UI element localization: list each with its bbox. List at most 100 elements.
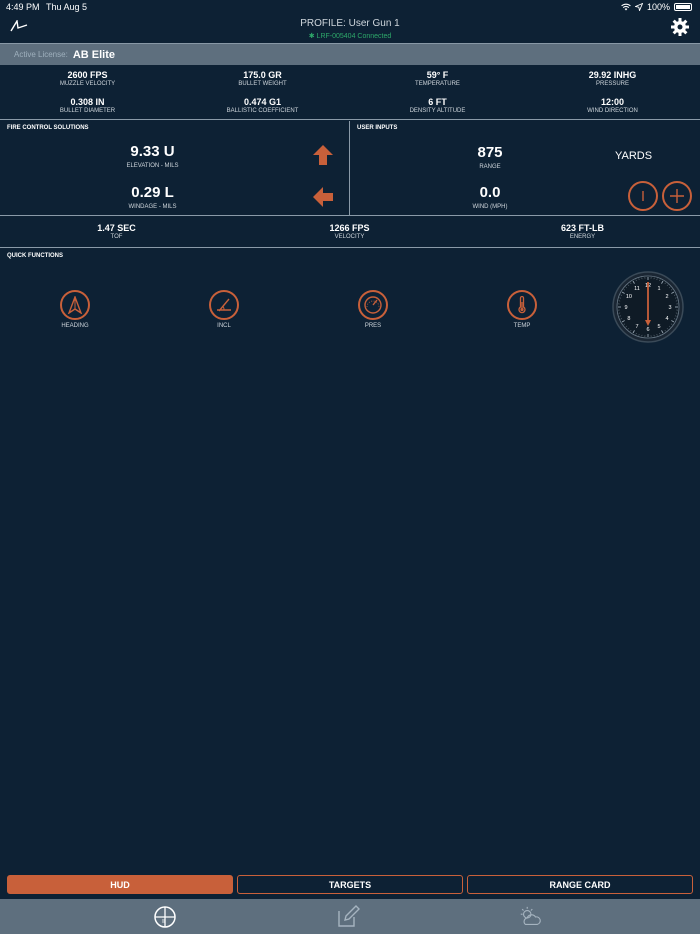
density-altitude[interactable]: 6 FT DENSITY ALTITUDE (350, 97, 525, 114)
quick-label: INCL (217, 323, 231, 329)
settings-gear-icon[interactable] (670, 17, 690, 37)
quick-incl[interactable]: INCL (184, 290, 264, 329)
tab-range-card[interactable]: RANGE CARD (467, 875, 693, 894)
quick-temp[interactable]: TEMP (482, 290, 562, 329)
env-label: MUZZLE VELOCITY (59, 81, 116, 87)
license-bar: Active License: AB Elite (0, 43, 700, 65)
windage-readout: 0.29 L WINDAGE - MILS (80, 184, 225, 210)
result-value: 1.47 SEC (97, 223, 136, 233)
time-of-flight: 1.47 SEC TOF (0, 223, 233, 240)
result-label: ENERGY (569, 234, 596, 240)
quick-label: TEMP (513, 323, 531, 329)
location-icon (634, 3, 643, 11)
result-value: 623 FT-LB (560, 223, 604, 233)
decrement-button[interactable] (628, 181, 658, 211)
bottom-toolbar (0, 899, 700, 934)
quick-label: HEADING (61, 323, 89, 329)
quick-pres[interactable]: PRES (333, 290, 413, 329)
temperature[interactable]: 59° F TEMPERATURE (350, 70, 525, 87)
bullet-diameter[interactable]: 0.308 IN BULLET DIAMETER (0, 97, 175, 114)
fire-control-panel: FIRE CONTROL SOLUTIONS 9.33 U ELEVATION … (0, 121, 350, 216)
ballistic-coefficient[interactable]: 0.474 G1 BALLISTIC COEFFICIENT (175, 97, 350, 114)
quick-label: PRES (364, 323, 382, 329)
clock-number: 3 (668, 305, 671, 311)
env-label: WIND DIRECTION (587, 108, 638, 114)
bluetooth-icon: ✱ (308, 33, 315, 40)
env-label: BULLET WEIGHT (238, 81, 287, 87)
clock-number: 6 (646, 327, 649, 333)
range-readout[interactable]: 875 RANGE (430, 144, 550, 170)
clock-number: 10 (626, 294, 632, 300)
env-value: 59° F (426, 70, 449, 80)
status-date: Thu Aug 5 (46, 2, 88, 12)
license-label: Active License: (14, 50, 68, 59)
result-value: 1266 FPS (329, 223, 370, 233)
profile-title[interactable]: PROFILE: User Gun 1 (0, 18, 700, 29)
elevation-readout: 9.33 U ELEVATION - MILS (80, 143, 225, 169)
thermometer-icon (507, 290, 537, 320)
wind-label: WIND (MPH) (472, 204, 508, 210)
environment-grid: 2600 FPS MUZZLE VELOCITY 175.0 GR BULLET… (0, 66, 700, 120)
pressure-gauge-icon (358, 290, 388, 320)
wind-readout[interactable]: 0.0 WIND (MPH) (430, 184, 550, 210)
env-value: 29.92 INHG (588, 70, 637, 80)
range-label: RANGE (479, 164, 501, 170)
env-label: DENSITY ALTITUDE (409, 108, 466, 114)
wind-direction[interactable]: 12:00 WIND DIRECTION (525, 97, 700, 114)
result-label: VELOCITY (334, 234, 365, 240)
windage-value: 0.29 L (131, 184, 174, 201)
range-unit[interactable]: YARDS (615, 150, 652, 162)
quick-heading[interactable]: HEADING (35, 290, 115, 329)
wifi-icon (621, 3, 631, 11)
env-value: 0.474 G1 (243, 97, 282, 107)
header: PROFILE: User Gun 1 ✱ LRF-005404 Connect… (0, 14, 700, 42)
env-label: PRESSURE (595, 81, 629, 87)
clock-number: 9 (624, 305, 627, 311)
tab-bar: HUD TARGETS RANGE CARD (0, 874, 700, 896)
bullet-weight[interactable]: 175.0 GR BULLET WEIGHT (175, 70, 350, 87)
edit-icon[interactable] (336, 905, 360, 929)
quick-functions-title: QUICK FUNCTIONS (7, 253, 63, 259)
env-value: 12:00 (600, 97, 625, 107)
connection-text: LRF-005404 Connected (316, 33, 392, 40)
result-label: TOF (110, 234, 123, 240)
wind-clock[interactable]: 121234567891011 (612, 271, 684, 343)
env-label: TEMPERATURE (415, 81, 460, 87)
user-inputs-title: USER INPUTS (357, 125, 398, 131)
inclination-icon (209, 290, 239, 320)
heading-icon (60, 290, 90, 320)
arrow-left-icon (313, 187, 333, 207)
energy: 623 FT-LB ENERGY (466, 223, 699, 240)
quick-functions: QUICK FUNCTIONS HEADING INCL PRES TEMP (0, 249, 700, 349)
clock-number: 7 (635, 324, 638, 330)
plus-icon (670, 189, 684, 203)
arrow-up-icon (313, 145, 333, 165)
velocity: 1266 FPS VELOCITY (233, 223, 466, 240)
clock-number: 2 (666, 294, 669, 300)
env-label: BALLISTIC COEFFICIENT (226, 108, 299, 114)
range-value: 875 (477, 144, 503, 161)
crosshair-icon[interactable] (153, 905, 177, 929)
minus-icon (642, 191, 644, 201)
increment-button[interactable] (662, 181, 692, 211)
env-value: 0.308 IN (70, 97, 105, 107)
muzzle-velocity[interactable]: 2600 FPS MUZZLE VELOCITY (0, 70, 175, 87)
status-time: 4:49 PM (6, 2, 40, 12)
env-value: 2600 FPS (67, 70, 108, 80)
tab-targets[interactable]: TARGETS (237, 875, 463, 894)
battery-percent: 100% (646, 2, 670, 12)
clock-number: 1 (657, 286, 660, 292)
env-label: BULLET DIAMETER (59, 108, 116, 114)
tab-hud[interactable]: HUD (7, 875, 233, 894)
elevation-label: ELEVATION - MILS (126, 163, 179, 169)
fire-control-title: FIRE CONTROL SOLUTIONS (7, 125, 89, 131)
clock-number: 11 (634, 286, 640, 292)
results-row: 1.47 SEC TOF 1266 FPS VELOCITY 623 FT-LB… (0, 217, 700, 248)
user-inputs-panel: USER INPUTS 875 RANGE YARDS 0.0 WIND (MP… (350, 121, 700, 216)
windage-label: WINDAGE - MILS (128, 204, 177, 210)
elevation-value: 9.33 U (130, 143, 175, 160)
connection-status: ✱ LRF-005404 Connected (0, 32, 700, 40)
weather-icon[interactable] (518, 905, 542, 929)
env-value: 6 FT (428, 97, 447, 107)
pressure[interactable]: 29.92 INHG PRESSURE (525, 70, 700, 87)
